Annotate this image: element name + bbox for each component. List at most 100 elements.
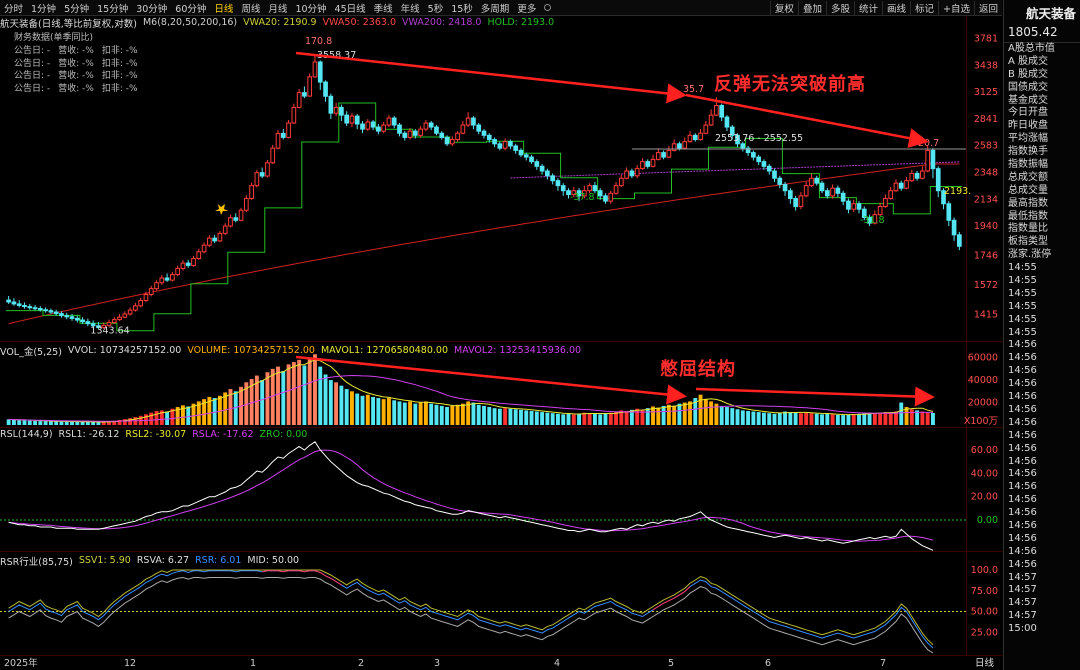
candle-body: [233, 217, 239, 221]
volume-bar: [925, 412, 930, 425]
volume-bar: [920, 411, 925, 425]
volume-bar: [302, 365, 307, 425]
candle-body: [957, 234, 962, 247]
period-label: 日线: [975, 657, 995, 669]
side-time: 14:56: [1008, 339, 1037, 351]
candle-body: [508, 141, 513, 147]
price-tick: 2348: [974, 167, 998, 178]
side-time: 14:56: [1008, 378, 1037, 390]
chart-canvas[interactable]: 3781343831252841258323482134194017461572…: [0, 0, 1003, 670]
volume-bar: [661, 405, 666, 425]
side-item: 今日开盘: [1008, 107, 1048, 119]
rsl1-line: [8, 441, 934, 551]
volume-bar: [360, 395, 365, 425]
candle-body: [159, 277, 165, 284]
candle-body: [344, 114, 350, 124]
candle-body: [133, 305, 138, 311]
candle-body: [851, 203, 857, 210]
candle-body: [386, 117, 392, 126]
volume-bar: [672, 405, 677, 425]
volume-bar: [566, 413, 571, 425]
candle-body: [6, 299, 11, 303]
candle-body: [85, 321, 91, 325]
data-label: 35.7: [683, 84, 704, 95]
time-tick: 4: [554, 658, 560, 669]
candle-body: [64, 315, 70, 318]
candle-body: [545, 170, 550, 177]
candle-body: [22, 304, 27, 308]
candle-body: [518, 149, 524, 156]
volume-bar: [783, 411, 788, 425]
candle-body: [312, 61, 318, 78]
side-time: 14:55: [1008, 313, 1037, 325]
price-tick: 3781: [974, 34, 998, 45]
side-item: 国债成交: [1008, 81, 1048, 93]
candle-body: [935, 168, 941, 192]
time-tick: 2: [358, 658, 364, 669]
candle-body: [883, 197, 888, 207]
candle-body: [434, 126, 439, 134]
data-label: 2553.76 - 2552.55: [715, 133, 803, 144]
candle-body: [317, 61, 323, 83]
volume-bar: [276, 366, 280, 425]
volume-bar: [75, 421, 80, 425]
data-label: -31.8: [860, 215, 885, 226]
volume-bar: [851, 414, 856, 425]
volume-bar: [534, 411, 539, 425]
candle-body: [175, 267, 180, 276]
volume-bar: [33, 420, 37, 425]
candle-body: [677, 143, 682, 149]
vwa200-line: [510, 161, 960, 179]
candle-body: [423, 122, 429, 130]
candle-body: [824, 190, 830, 197]
candle-body: [513, 145, 519, 151]
side-item: 基金成交: [1008, 94, 1048, 106]
candle-body: [719, 105, 725, 118]
candle-body: [222, 225, 228, 234]
candle-body: [32, 307, 38, 310]
candle-body: [280, 132, 286, 138]
candle-body: [587, 185, 592, 192]
candle-body: [43, 309, 48, 312]
side-time: 14:56: [1008, 507, 1037, 519]
volume-bar: [350, 391, 354, 425]
candle-body: [37, 308, 43, 311]
side-time: 14:57: [1008, 571, 1037, 583]
candle-body: [539, 165, 545, 172]
volume-bar: [550, 413, 555, 425]
volume-bar: [482, 405, 486, 425]
volume-bar: [27, 420, 32, 425]
volume-bar: [408, 401, 412, 425]
rsr-tick: 100.0: [971, 565, 998, 576]
candle-body: [74, 317, 80, 321]
volume-bar: [899, 402, 904, 425]
candle-body: [180, 262, 186, 269]
candle-body: [492, 139, 497, 145]
candle-body: [196, 251, 202, 260]
volume-bar: [867, 412, 872, 425]
candle-body: [809, 177, 814, 187]
side-item: 指数振幅: [1008, 159, 1048, 171]
data-label: 2193.: [944, 186, 971, 197]
volume-bar: [460, 403, 465, 425]
volume-bar: [323, 374, 328, 425]
volume-bar: [751, 411, 756, 425]
candle-body: [243, 197, 249, 211]
price-tick: 1940: [974, 221, 998, 232]
candle-body: [618, 177, 624, 187]
side-time: 15:00: [1008, 623, 1037, 635]
side-time: 14:56: [1008, 532, 1037, 544]
side-time: 14:55: [1008, 275, 1037, 287]
side-item: 总成交量: [1008, 184, 1048, 196]
candle-body: [603, 195, 608, 202]
candle-body: [497, 143, 503, 149]
candle-body: [391, 117, 397, 126]
candle-body: [302, 92, 307, 97]
candle-body: [148, 288, 154, 296]
volume-bar: [909, 409, 914, 425]
candle-body: [930, 149, 936, 170]
price-tick: 3438: [974, 60, 998, 71]
volume-bar: [788, 412, 793, 425]
side-time: 14:55: [1008, 326, 1037, 338]
candle-body: [714, 105, 719, 116]
